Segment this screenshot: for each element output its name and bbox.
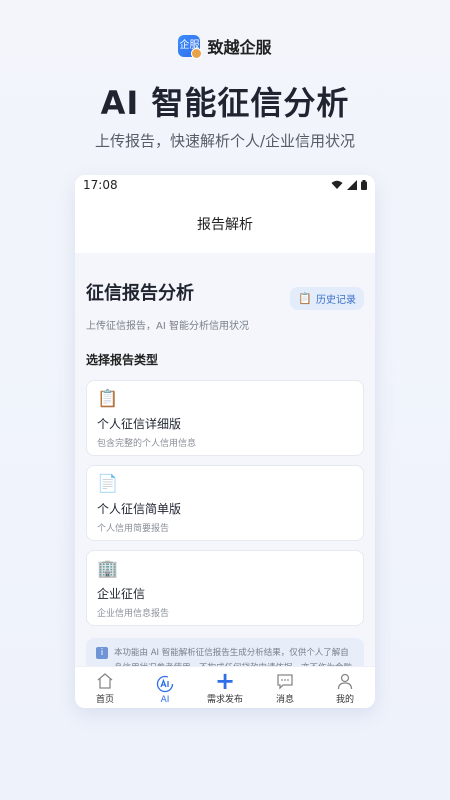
tab-label: 需求发布	[206, 695, 243, 705]
hero-subtitle: 上传报告，快速解析个人/企业信用状况	[94, 132, 356, 150]
plus-icon: +	[214, 667, 236, 695]
section-title: 征信报告分析	[86, 283, 194, 304]
main-content: 征信报告分析 📋 历史记录 上传征信报告，AI 智能分析信用状况 选择报告类型 …	[75, 279, 375, 699]
card-title: 个人征信详细版	[97, 417, 182, 431]
card-description: 个人信用简要报告	[97, 524, 170, 534]
tab-post-demand[interactable]: + 需求发布	[195, 667, 255, 708]
hero-title: AI 智能征信分析	[100, 84, 350, 122]
history-label: 历史记录	[316, 295, 356, 306]
wifi-icon	[331, 180, 343, 189]
status-bar: 17:08	[75, 175, 375, 195]
tab-ai[interactable]: AI	[135, 667, 195, 708]
status-time: 17:08	[83, 178, 118, 192]
status-icons	[331, 180, 367, 190]
report-card-personal-simple[interactable]: 📄 个人征信简单版 个人信用简要报告	[86, 465, 364, 541]
section-subtitle: 上传征信报告，AI 智能分析信用状况	[86, 321, 249, 332]
bottom-tab-bar: 首页 AI + 需求发布 消息 我的	[75, 666, 375, 708]
tab-home[interactable]: 首页	[75, 667, 135, 708]
tab-label: 消息	[275, 695, 294, 705]
brand-name: 致越企服	[207, 38, 272, 57]
card-description: 包含完整的个人信用信息	[97, 439, 197, 449]
card-title: 个人征信简单版	[97, 502, 182, 516]
nav-bar: 报告解析	[75, 195, 375, 253]
clipboard-icon: 📋	[97, 389, 119, 409]
card-title: 企业征信	[97, 587, 146, 601]
logo-mascot-icon	[191, 48, 203, 59]
ai-icon	[156, 674, 174, 694]
report-type-label: 选择报告类型	[86, 353, 159, 367]
battery-icon	[361, 180, 367, 190]
document-icon: 📄	[97, 474, 119, 494]
tab-label: 我的	[335, 695, 354, 705]
section-header: 征信报告分析 📋 历史记录	[86, 279, 364, 310]
tab-messages[interactable]: 消息	[255, 667, 315, 708]
card-description: 企业信用信息报告	[97, 609, 170, 619]
app-logo-icon: 企服	[178, 35, 203, 59]
phone-screen: 17:08 报告解析 征信报告分析 📋 历史记录 上传征信报告，AI 智能分析信…	[75, 175, 375, 708]
tab-label: AI	[160, 695, 170, 705]
tab-profile[interactable]: 我的	[315, 667, 375, 708]
brand-header: 企服 致越企服	[0, 34, 450, 59]
home-icon	[96, 671, 114, 691]
message-icon	[276, 671, 294, 691]
tab-label: 首页	[95, 695, 114, 705]
report-card-enterprise[interactable]: 🏢 企业征信 企业信用信息报告	[86, 550, 364, 626]
signal-icon	[347, 180, 357, 190]
user-icon	[336, 671, 354, 691]
history-button[interactable]: 📋 历史记录	[290, 287, 364, 310]
nav-title: 报告解析	[197, 217, 253, 233]
report-type-list: 📋 个人征信详细版 包含完整的个人信用信息 📄 个人征信简单版 个人信用简要报告…	[86, 380, 364, 626]
building-icon: 🏢	[97, 559, 119, 579]
report-card-personal-detailed[interactable]: 📋 个人征信详细版 包含完整的个人信用信息	[86, 380, 364, 456]
clipboard-icon: 📋	[298, 292, 312, 305]
info-icon: i	[96, 647, 108, 659]
